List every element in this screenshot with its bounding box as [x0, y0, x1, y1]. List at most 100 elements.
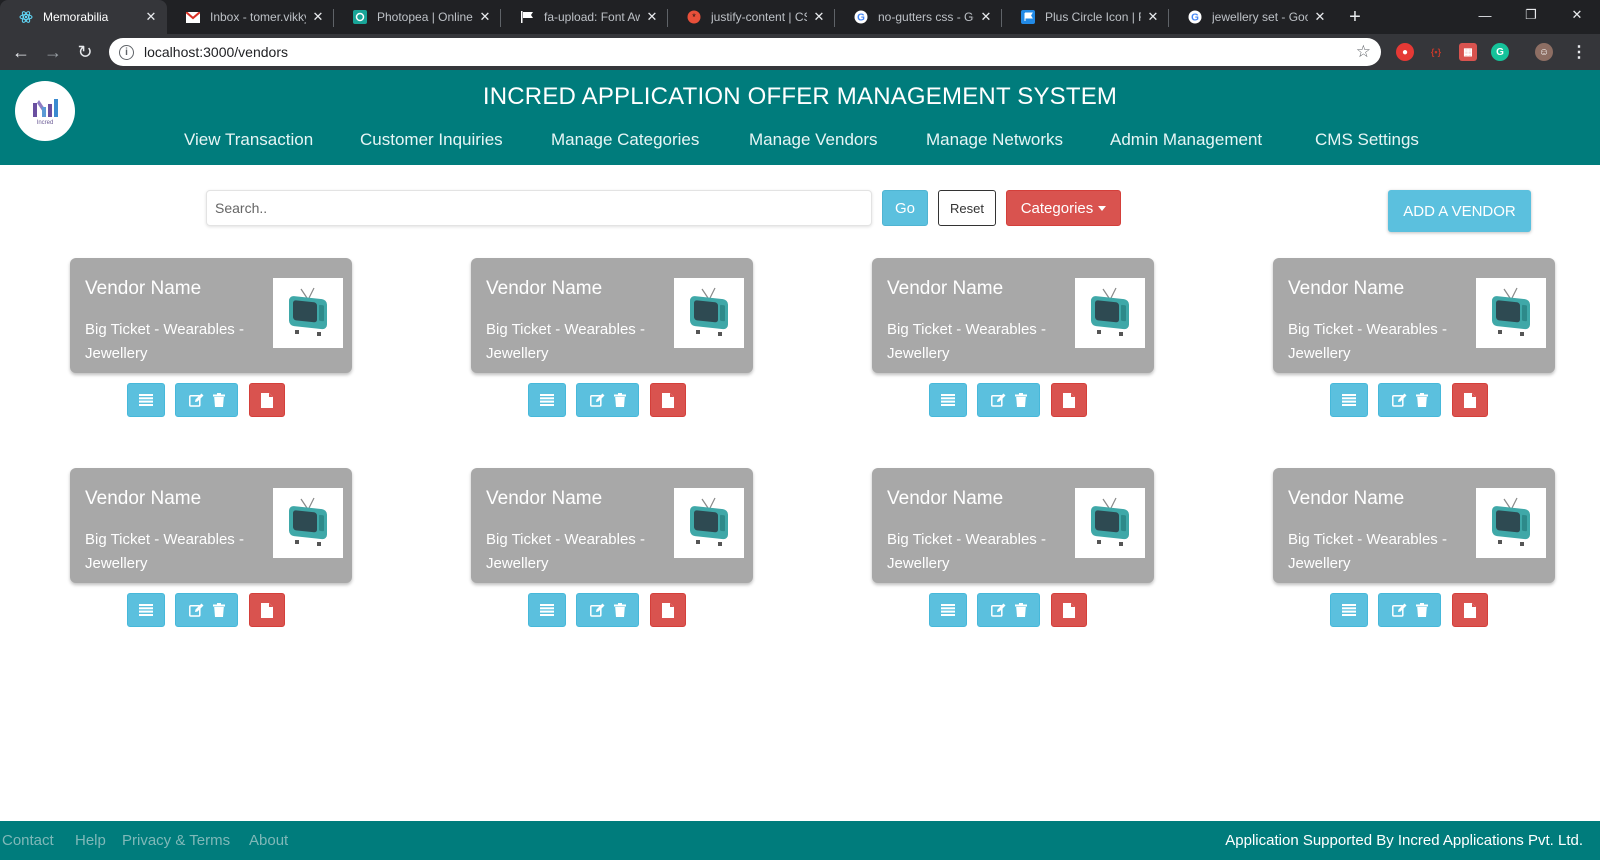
tab-close-icon[interactable]: ✕ [143, 9, 159, 25]
view-details-button[interactable] [127, 593, 165, 627]
vendor-card[interactable]: Vendor Name Big Ticket - Wearables - Jewe… [471, 258, 753, 373]
nav-admin-management[interactable]: Admin Management [1110, 130, 1262, 150]
vendor-actions [127, 593, 287, 627]
edit-delete-button[interactable] [576, 593, 639, 627]
document-button[interactable] [249, 383, 285, 417]
vendor-card[interactable]: Vendor Name Big Ticket - Wearables - Jewe… [471, 468, 753, 583]
list-icon [1342, 604, 1356, 616]
tab-close-icon[interactable]: ✕ [310, 9, 326, 25]
reset-button[interactable]: Reset [938, 190, 996, 226]
app-title: INCRED APPLICATION OFFER MANAGEMENT SYST… [482, 83, 1118, 110]
menu-kebab-icon[interactable]: ⋮ [1570, 43, 1588, 61]
bookmark-star-icon[interactable]: ☆ [1356, 42, 1371, 62]
site-info-icon[interactable]: i [119, 44, 134, 60]
file-icon [1063, 392, 1075, 408]
vendor-card[interactable]: Vendor Name Big Ticket - Wearables - Jewe… [1273, 258, 1555, 373]
go-button[interactable]: Go [882, 190, 928, 226]
tab-close-icon[interactable]: ✕ [1312, 9, 1328, 25]
document-button[interactable] [1452, 383, 1488, 417]
view-details-button[interactable] [1330, 593, 1368, 627]
vendor-card[interactable]: Vendor Name Big Ticket - Wearables - Jewe… [70, 468, 352, 583]
document-button[interactable] [650, 593, 686, 627]
view-details-button[interactable] [929, 593, 967, 627]
edit-delete-button[interactable] [977, 593, 1040, 627]
tv-icon [1085, 496, 1135, 551]
document-button[interactable] [1051, 383, 1087, 417]
nav-manage-networks[interactable]: Manage Networks [926, 130, 1063, 150]
nav-manage-categories[interactable]: Manage Categories [551, 130, 699, 150]
browser-tab-label: jewellery set - Goog [1212, 10, 1308, 24]
nav-manage-vendors[interactable]: Manage Vendors [749, 130, 878, 150]
vendor-thumbnail [273, 278, 343, 348]
tv-icon [684, 286, 734, 341]
edit-delete-button[interactable] [1378, 383, 1441, 417]
extension-puzzle-icon[interactable]: ▦ [1459, 43, 1477, 61]
restore-icon[interactable]: ❐ [1508, 0, 1554, 30]
document-button[interactable] [650, 383, 686, 417]
search-input[interactable] [206, 190, 872, 226]
extension-dev-icon[interactable]: {•} [1427, 43, 1445, 61]
document-button[interactable] [1051, 593, 1087, 627]
new-tab-button[interactable]: + [1340, 0, 1370, 34]
tab-close-icon[interactable]: ✕ [1145, 9, 1161, 25]
browser-tab-label: Memorabilia [43, 10, 109, 24]
vendor-card[interactable]: Vendor Name Big Ticket - Wearables - Jewe… [872, 258, 1154, 373]
browser-tab[interactable]: Memorabilia ✕ [0, 0, 167, 34]
browser-tab[interactable]: Plus Circle Icon | For ✕ [1002, 0, 1169, 34]
nav-customer-inquiries[interactable]: Customer Inquiries [360, 130, 503, 150]
view-details-button[interactable] [929, 383, 967, 417]
vendor-categories: Big Ticket - Wearables - Jewellery [887, 531, 1046, 572]
file-icon [662, 602, 674, 618]
browser-tab[interactable]: Inbox - tomer.vikky ✕ [167, 0, 334, 34]
vendor-actions [1330, 383, 1490, 417]
vendor-card[interactable]: Vendor Name Big Ticket - Wearables - Jewe… [872, 468, 1154, 583]
vendor-card[interactable]: Vendor Name Big Ticket - Wearables - Jewe… [1273, 468, 1555, 583]
nav-cms-settings[interactable]: CMS Settings [1315, 130, 1419, 150]
footer-link-help[interactable]: Help [75, 832, 106, 849]
main-nav: View Transaction Customer Inquiries Mana… [0, 130, 1600, 152]
edit-delete-button[interactable] [1378, 593, 1441, 627]
vendor-categories: Big Ticket - Wearables - Jewellery [1288, 321, 1447, 362]
view-details-button[interactable] [528, 383, 566, 417]
vendor-name: Vendor Name [887, 278, 1004, 299]
tab-close-icon[interactable]: ✕ [644, 9, 660, 25]
profile-avatar[interactable]: ☺ [1535, 43, 1553, 61]
reload-icon[interactable]: ↻ [72, 39, 98, 65]
extension-stop-icon[interactable]: ● [1396, 43, 1414, 61]
edit-delete-button[interactable] [175, 593, 238, 627]
view-details-button[interactable] [127, 383, 165, 417]
add-vendor-button[interactable]: ADD A VENDOR [1388, 190, 1531, 232]
browser-tab[interactable]: Gno-gutters css - Goo ✕ [835, 0, 1002, 34]
browser-tab[interactable]: Photopea | Online P ✕ [334, 0, 501, 34]
footer-link-about[interactable]: About [249, 832, 288, 849]
tab-close-icon[interactable]: ✕ [477, 9, 493, 25]
view-details-button[interactable] [528, 593, 566, 627]
address-bar[interactable]: i localhost:3000/vendors ☆ [109, 38, 1381, 66]
window-close-icon[interactable]: ✕ [1554, 0, 1600, 30]
tv-icon [283, 496, 333, 551]
back-icon[interactable]: ← [8, 39, 34, 65]
categories-dropdown-button[interactable]: Categories [1006, 190, 1121, 226]
list-icon [941, 394, 955, 406]
minimize-icon[interactable]: — [1462, 0, 1508, 30]
edit-delete-button[interactable] [576, 383, 639, 417]
browser-tab[interactable]: Gjewellery set - Goog ✕ [1169, 0, 1336, 34]
list-icon [540, 394, 554, 406]
tab-close-icon[interactable]: ✕ [811, 9, 827, 25]
nav-view-transaction[interactable]: View Transaction [184, 130, 313, 150]
edit-delete-button[interactable] [977, 383, 1040, 417]
vendor-card[interactable]: Vendor Name Big Ticket - Wearables - Jewe… [70, 258, 352, 373]
browser-tab[interactable]: fa-upload: Font Awe ✕ [501, 0, 668, 34]
document-button[interactable] [249, 593, 285, 627]
document-button[interactable] [1452, 593, 1488, 627]
footer-link-contact[interactable]: Contact [2, 832, 54, 849]
edit-delete-button[interactable] [175, 383, 238, 417]
logo-text: Incred [36, 119, 54, 126]
grammarly-icon[interactable]: G [1491, 43, 1509, 61]
forward-icon[interactable]: → [40, 39, 66, 65]
footer-link-privacy-terms[interactable]: Privacy & Terms [122, 832, 230, 849]
tv-icon [684, 496, 734, 551]
tab-close-icon[interactable]: ✕ [978, 9, 994, 25]
view-details-button[interactable] [1330, 383, 1368, 417]
browser-tab[interactable]: * justify-content | CSS ✕ [668, 0, 835, 34]
